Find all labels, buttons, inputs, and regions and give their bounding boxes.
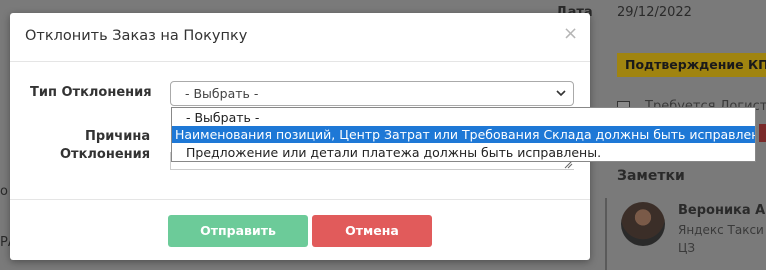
notes-heading: Заметки bbox=[617, 168, 685, 184]
notes-divider bbox=[605, 198, 607, 270]
status-badge: Подтверждение КП bbox=[617, 53, 766, 77]
dropdown-option-selected[interactable]: Наименования позиций, Центр Затрат или Т… bbox=[172, 126, 755, 143]
cancel-button[interactable]: Отмена bbox=[312, 215, 432, 247]
dialog-title: Отклонить Заказ на Покупку bbox=[25, 28, 248, 44]
submit-button[interactable]: Отправить bbox=[168, 215, 308, 247]
reason-label-line1: Причина bbox=[85, 129, 151, 144]
dropdown-option[interactable]: Предложение или детали платежа должны бы… bbox=[172, 144, 755, 161]
chevron-down-icon bbox=[556, 90, 566, 97]
red-tag bbox=[759, 124, 766, 142]
dropdown-option[interactable]: - Выбрать - bbox=[172, 109, 755, 126]
reason-label: Причина Отклонения bbox=[60, 128, 151, 164]
note-author: Вероника Ана bbox=[678, 203, 766, 218]
reason-label-line2: Отклонения bbox=[60, 147, 151, 162]
reason-type-dropdown-list: - Выбрать - Наименования позиций, Центр … bbox=[171, 107, 756, 162]
left-edge-text: о bbox=[0, 184, 8, 199]
avatar bbox=[621, 202, 665, 246]
reason-type-label: Тип Отклонения bbox=[30, 85, 152, 100]
dialog-header: Отклонить Заказ на Покупку × bbox=[10, 13, 590, 62]
note-text-2: ЦЗ bbox=[678, 241, 696, 255]
reason-type-select[interactable]: - Выбрать - bbox=[170, 81, 574, 106]
note-text: Яндекс Такси - bbox=[678, 223, 766, 237]
date-value: 29/12/2022 bbox=[617, 5, 692, 20]
close-icon[interactable]: × bbox=[563, 24, 578, 44]
select-value: - Выбрать - bbox=[185, 86, 259, 101]
footer-divider bbox=[10, 199, 590, 200]
